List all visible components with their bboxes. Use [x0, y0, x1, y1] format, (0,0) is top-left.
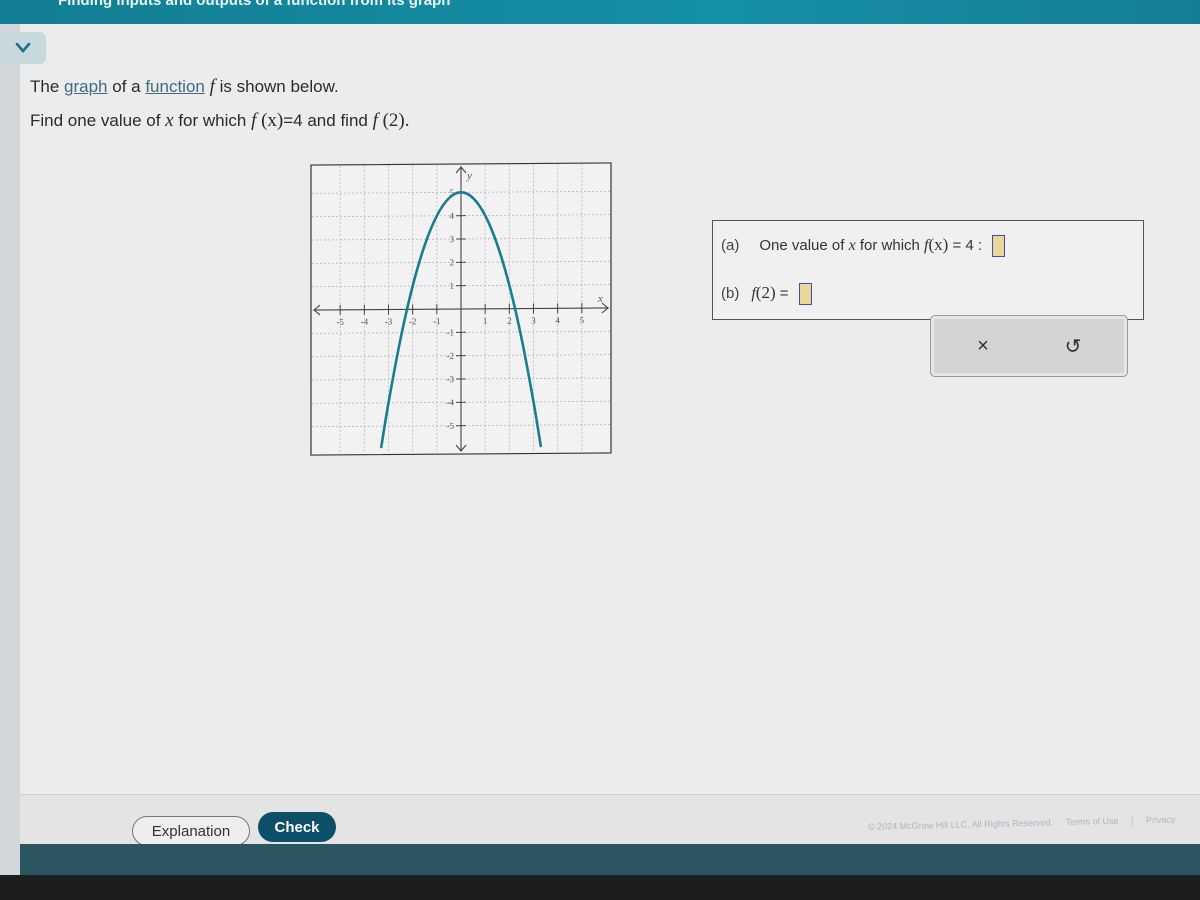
check-button[interactable]: Check: [258, 812, 336, 842]
y-axis-label: y: [466, 170, 472, 182]
question-text: The graph of a function f is shown below…: [30, 70, 410, 138]
left-strip: [0, 24, 20, 875]
collapse-toggle-button[interactable]: [0, 32, 46, 64]
x-tick-label: -5: [336, 317, 344, 327]
header-bar: Finding inputs and outputs of a function…: [0, 0, 1200, 24]
answer-row-a: (a) One value of x for which f(x) = 4 :: [721, 235, 1006, 258]
answer-b-input[interactable]: [798, 283, 812, 306]
undo-icon: ↺: [1064, 335, 1082, 358]
privacy-link[interactable]: Privacy: [1146, 814, 1176, 825]
x-tick-label: -3: [385, 316, 393, 326]
y-tick-label: 2: [450, 257, 454, 267]
explanation-button[interactable]: Explanation: [132, 816, 250, 846]
answer-panel: (a) One value of x for which f(x) = 4 : (…: [712, 220, 1144, 320]
y-tick-label: -4: [447, 397, 455, 407]
x-tick-label: 5: [580, 315, 585, 325]
x-tick-label: -4: [361, 317, 369, 327]
x-axis-label: x: [597, 293, 603, 305]
screen: Finding inputs and outputs of a function…: [0, 0, 1200, 875]
header-title: Finding inputs and outputs of a function…: [58, 0, 451, 9]
x-tick-label: 4: [555, 315, 560, 325]
y-tick-label: -1: [447, 327, 454, 337]
y-tick-label: 1: [450, 281, 454, 291]
graph-svg: -5 -4 -3 -2 -1 1 2 3 4 5-5-4-3-2-112345xy: [310, 162, 612, 456]
undo-button[interactable]: ↺: [1043, 328, 1103, 364]
y-tick-label: 4: [450, 211, 455, 221]
question-line-1: The graph of a function f is shown below…: [30, 76, 339, 97]
graph-link[interactable]: graph: [64, 77, 107, 96]
footer-separator: |: [1130, 815, 1134, 826]
close-icon: ×: [977, 334, 989, 357]
answer-controls: × ↺: [930, 315, 1128, 377]
x-tick-label: -1: [433, 316, 440, 326]
y-tick-label: -3: [447, 374, 455, 384]
y-tick-label: -5: [447, 421, 455, 431]
function-link[interactable]: function: [145, 77, 205, 96]
answer-row-b: (b) f(2) =: [721, 283, 812, 306]
function-graph: -5 -4 -3 -2 -1 1 2 3 4 5 -5 -4 -3 -2 -1 1 2 3 4 5 x y: [310, 162, 612, 456]
terms-link[interactable]: Terms of Use: [1065, 816, 1118, 827]
x-tick-label: 3: [531, 315, 536, 325]
x-tick-label: 2: [507, 316, 511, 326]
chevron-down-icon: [15, 42, 31, 53]
y-tick-label: 3: [450, 234, 455, 244]
y-tick-label: -2: [447, 351, 454, 361]
clear-button[interactable]: ×: [953, 328, 1013, 364]
answer-a-input[interactable]: [992, 235, 1006, 258]
x-tick-label: 1: [483, 316, 487, 326]
x-tick-label: -2: [409, 316, 416, 326]
question-line-2: Find one value of x for which f (x)=4 an…: [30, 110, 410, 131]
bottom-strip: [20, 844, 1200, 875]
